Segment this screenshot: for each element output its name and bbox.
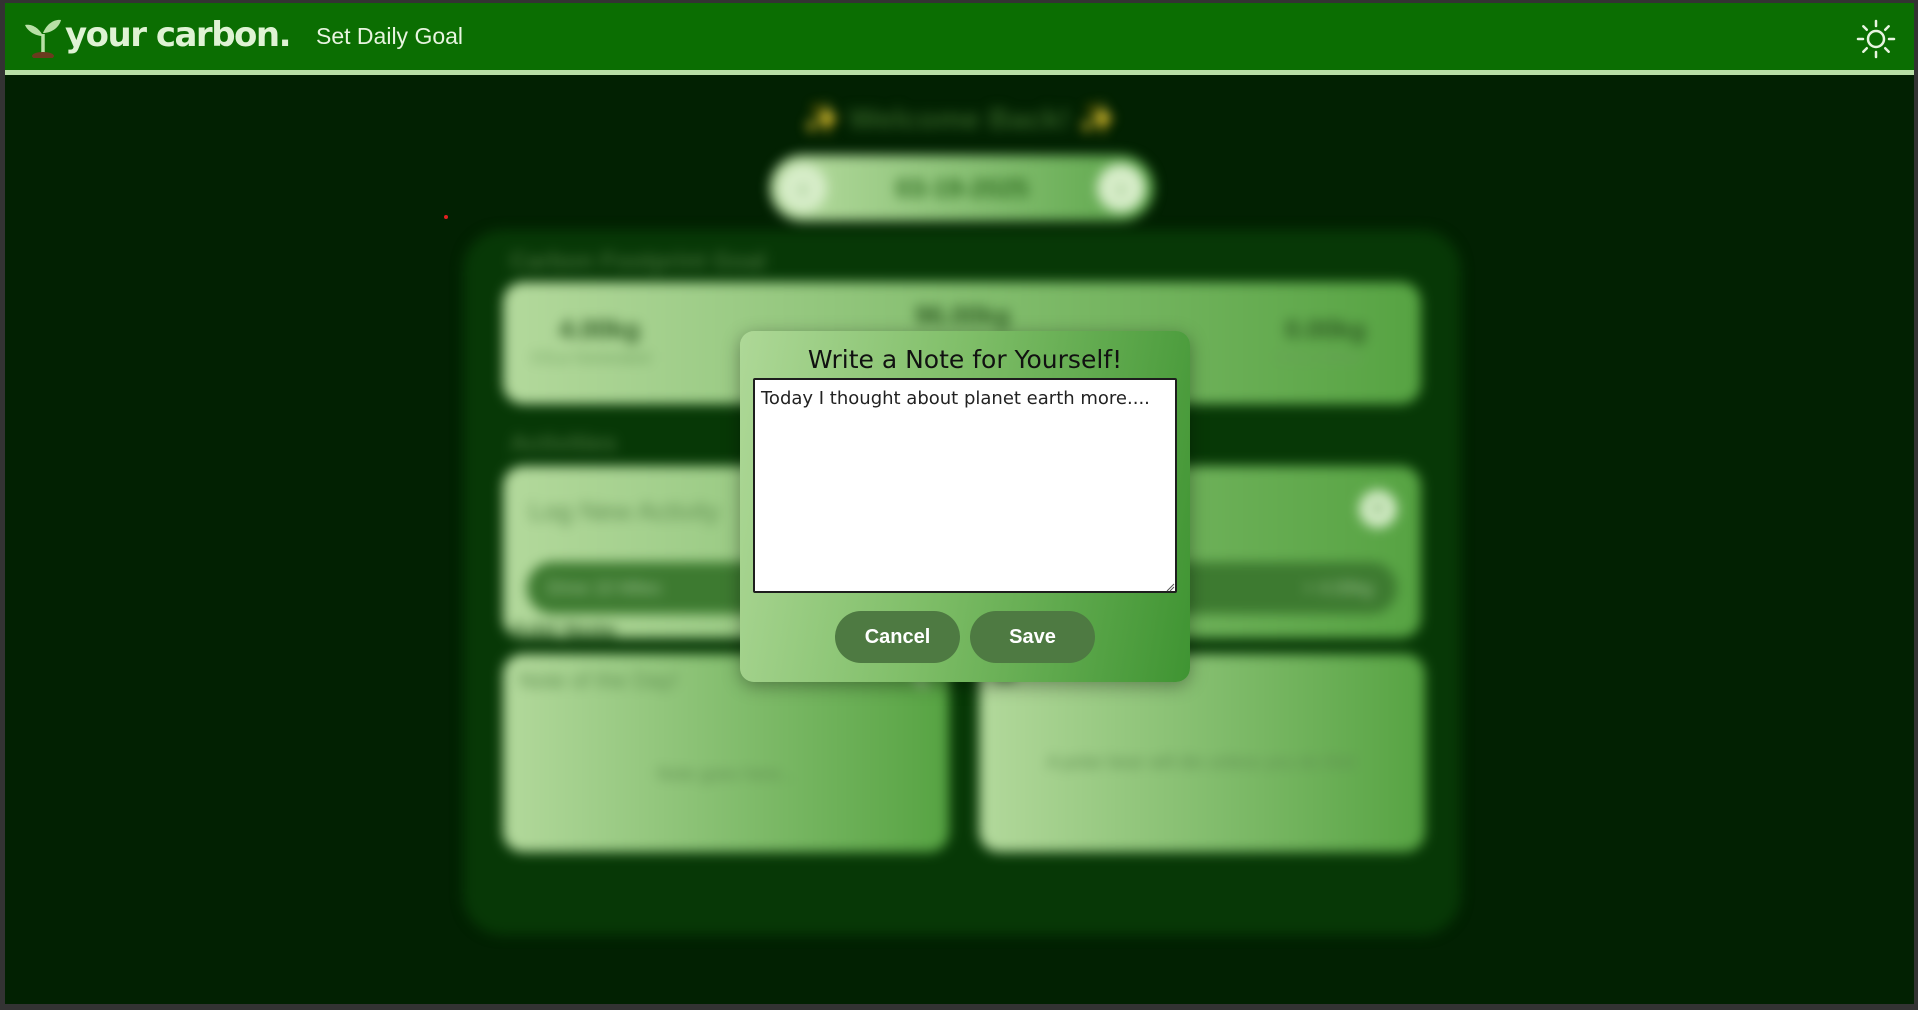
activity-amount: + 4.00kg bbox=[1303, 578, 1373, 598]
sparkle-icon: ✨ bbox=[1078, 103, 1116, 136]
log-activity-label: Log New Activity bbox=[529, 496, 720, 526]
nav-set-daily-goal[interactable]: Set Daily Goal bbox=[316, 23, 463, 50]
activity-name: Drive 10 Miles bbox=[547, 578, 662, 598]
prev-date-button[interactable]: ‹ bbox=[779, 164, 827, 212]
offset-label: CO₂e Offset bbox=[1275, 350, 1361, 367]
note-card: Note of the Day! ✎ Note goes here... bbox=[503, 654, 949, 852]
goal-value: 96.00kg bbox=[915, 300, 1011, 330]
offset-value: 0.00kg bbox=[1285, 314, 1366, 344]
note-placeholder: Note goes here... bbox=[656, 764, 796, 784]
add-activity-button[interactable]: + bbox=[1359, 490, 1397, 528]
note-card-title: Note of the Day! bbox=[519, 668, 678, 693]
goal-section-title: Carbon Footprint Goal bbox=[510, 248, 766, 275]
save-button[interactable]: Save bbox=[970, 611, 1095, 663]
modal-title: Write a Note for Yourself! bbox=[807, 345, 1123, 374]
cancel-button[interactable]: Cancel bbox=[835, 611, 960, 663]
quote-text: A polar bear will die unless you do this… bbox=[1046, 752, 1358, 772]
brand-name: your carbon. bbox=[65, 14, 292, 55]
activities-section-title: Activities bbox=[510, 430, 617, 457]
app-window: your carbon. Set Daily Goal ✨ Welcome Ba… bbox=[5, 3, 1914, 1004]
next-date-button[interactable]: › bbox=[1097, 164, 1145, 212]
note-textarea[interactable]: Today I thought about planet earth more.… bbox=[753, 378, 1177, 593]
current-date: 03-19-2025 bbox=[895, 172, 1029, 203]
welcome-heading: ✨ Welcome Back! ✨ bbox=[803, 103, 1116, 136]
sparkle-icon: ✨ bbox=[803, 103, 841, 136]
add-note-section-title: Add Note bbox=[510, 618, 617, 645]
resize-grip-icon[interactable] bbox=[1165, 582, 1175, 592]
sprout-icon bbox=[25, 19, 61, 58]
top-header: your carbon. Set Daily Goal bbox=[5, 3, 1914, 75]
note-modal: Write a Note for Yourself! Today I thoug… bbox=[740, 331, 1190, 682]
sun-icon[interactable] bbox=[1856, 19, 1896, 59]
generated-label: CO₂e Generated bbox=[531, 350, 651, 367]
quote-card: “ A polar bear will die unless you do th… bbox=[979, 654, 1425, 852]
date-selector: ‹ 03-19-2025 › bbox=[770, 155, 1154, 221]
cursor-dot bbox=[444, 215, 448, 219]
generated-value: 4.00kg bbox=[559, 314, 640, 344]
brand-logo[interactable]: your carbon. bbox=[24, 14, 292, 58]
